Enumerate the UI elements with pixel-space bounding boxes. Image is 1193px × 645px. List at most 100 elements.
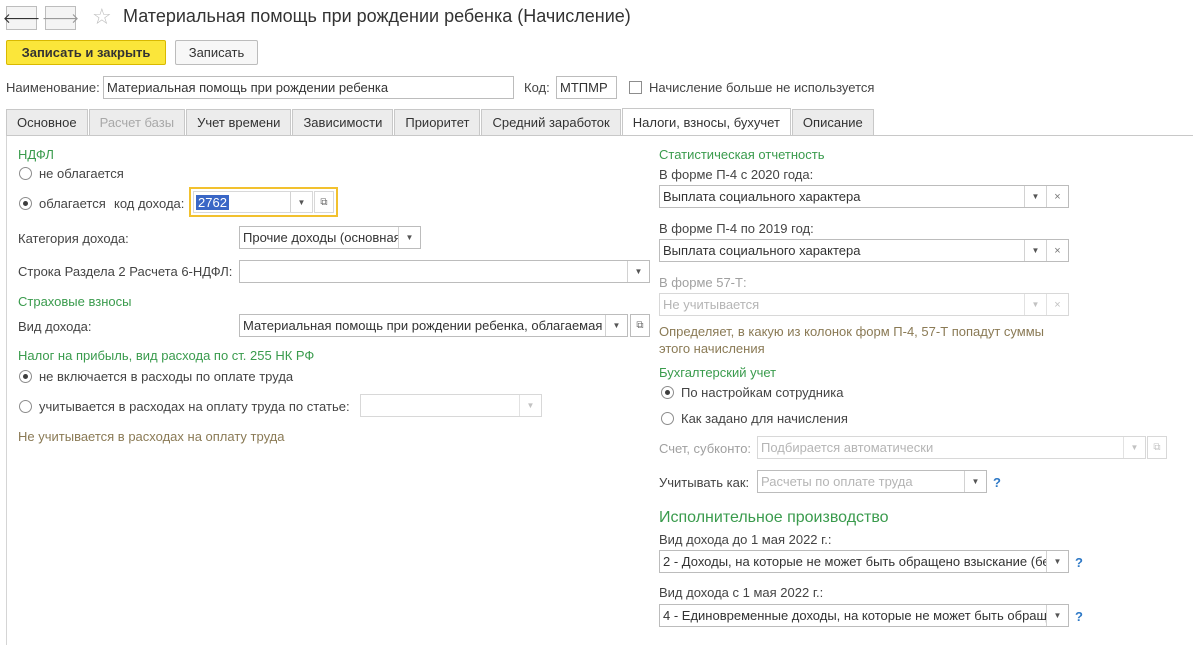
income-category-label: Категория дохода: (18, 231, 129, 246)
tab-description[interactable]: Описание (791, 109, 874, 135)
tab-average-earnings[interactable]: Средний заработок (481, 109, 621, 135)
tab-base-calc: Расчет базы (88, 109, 186, 135)
statistics-section-title: Статистическая отчетность (659, 147, 825, 162)
enforcement-before-label: Вид дохода до 1 мая 2022 г.: (659, 532, 832, 547)
enforcement-after-select[interactable]: 4 - Единовременные доходы, на которые не… (659, 604, 1069, 627)
chevron-down-icon[interactable]: ▼ (1024, 240, 1046, 261)
favorite-star-icon[interactable]: ☆ (92, 4, 112, 30)
tab-time-tracking[interactable]: Учет времени (186, 109, 292, 135)
insurance-section-title: Страховые взносы (18, 294, 132, 309)
chevron-down-icon: ▼ (1123, 437, 1145, 458)
name-input[interactable]: Материальная помощь при рождении ребенка (103, 76, 514, 99)
ndfl-taxed-radio[interactable] (19, 197, 32, 210)
insurance-income-type-select[interactable]: Материальная помощь при рождении ребенка… (239, 314, 628, 337)
f57t-value: Не учитывается (663, 297, 760, 312)
income-code-value: 2762 (196, 194, 229, 210)
chevron-down-icon[interactable]: ▼ (290, 192, 312, 212)
enforcement-section-title: Исполнительное производство (659, 509, 889, 526)
accounting-as-set-label: Как задано для начисления (681, 411, 848, 426)
unused-checkbox[interactable] (629, 81, 642, 94)
code-input-value: МТПМР (560, 80, 608, 95)
row-6ndfl-select[interactable]: ▼ (239, 260, 650, 283)
statistics-note-line2: этого начисления (659, 341, 765, 356)
accounting-by-employee-label: По настройкам сотрудника (681, 385, 844, 400)
save-and-close-button[interactable]: Записать и закрыть (6, 40, 166, 65)
income-code-input[interactable]: 2762 ▼ (193, 191, 313, 213)
enforcement-after-help-icon[interactable]: ? (1075, 609, 1083, 624)
income-category-value: Прочие доходы (основная (243, 230, 398, 245)
profit-tax-not-included-label: не включается в расходы по оплате труда (39, 369, 294, 384)
enforcement-before-value: 2 - Доходы, на которые не может быть обр… (663, 554, 1046, 569)
f57t-label: В форме 57-Т: (659, 275, 747, 290)
account-open-icon: ⧉ (1147, 436, 1167, 459)
tab-bar: Основное Расчет базы Учет времени Зависи… (6, 108, 875, 136)
forward-button[interactable]: 🡒 (42, 6, 79, 30)
insurance-income-type-value: Материальная помощь при рождении ребенка… (243, 318, 603, 333)
p4-2019-value: Выплата социального характера (663, 243, 861, 258)
ndfl-taxed-label: облагается (39, 196, 106, 211)
clear-icon[interactable]: × (1046, 240, 1068, 261)
save-button[interactable]: Записать (175, 40, 258, 65)
page-title: Материальная помощь при рождении ребенка… (123, 6, 631, 26)
panel-left-border (6, 136, 7, 645)
accounting-as-set-radio[interactable] (661, 412, 674, 425)
income-code-label: код дохода: (114, 196, 185, 211)
tab-main[interactable]: Основное (6, 109, 88, 135)
chevron-down-icon[interactable]: ▼ (1046, 605, 1068, 626)
row-6ndfl-label: Строка Раздела 2 Расчета 6-НДФЛ: (18, 264, 233, 279)
account-label: Счет, субконто: (659, 441, 752, 456)
insurance-income-type-label: Вид дохода: (18, 319, 92, 334)
clear-icon[interactable]: × (1046, 186, 1068, 207)
profit-tax-article-select: ▼ (360, 394, 542, 417)
back-button[interactable]: 🡐 (3, 6, 40, 30)
income-category-select[interactable]: Прочие доходы (основная ▼ (239, 226, 421, 249)
chevron-down-icon[interactable]: ▼ (1046, 551, 1068, 572)
profit-tax-note: Не учитывается в расходах на оплату труд… (18, 429, 285, 444)
code-input[interactable]: МТПМР (556, 76, 617, 99)
profit-tax-not-included-radio[interactable] (19, 370, 32, 383)
p4-2020-value: Выплата социального характера (663, 189, 861, 204)
account-as-select[interactable]: Расчеты по оплате труда ▼ (757, 470, 987, 493)
unused-label: Начисление больше не используется (649, 80, 875, 95)
p4-2019-select[interactable]: Выплата социального характера ▼ × (659, 239, 1069, 262)
chevron-down-icon[interactable]: ▼ (627, 261, 649, 282)
insurance-income-type-open-icon[interactable]: ⧉ (630, 314, 650, 337)
p4-2019-label: В форме П-4 по 2019 год: (659, 221, 814, 236)
ndfl-not-taxed-radio[interactable] (19, 167, 32, 180)
account-as-help-icon[interactable]: ? (993, 475, 1001, 490)
tab-taxes[interactable]: Налоги, взносы, бухучет (621, 108, 791, 136)
account-value: Подбирается автоматически (761, 440, 934, 455)
chevron-down-icon: ▼ (519, 395, 541, 416)
ndfl-not-taxed-label: не облагается (39, 166, 124, 181)
arrow-left-icon: 🡐 (2, 9, 41, 26)
name-label: Наименование: (6, 80, 100, 95)
accounting-section-title: Бухгалтерский учет (659, 365, 777, 380)
name-input-value: Материальная помощь при рождении ребенка (107, 80, 389, 95)
chevron-down-icon: ▼ (1024, 294, 1046, 315)
enforcement-after-label: Вид дохода с 1 мая 2022 г.: (659, 585, 824, 600)
arrow-right-icon: 🡒 (41, 9, 80, 26)
profit-tax-section-title: Налог на прибыль, вид расхода по ст. 255… (18, 348, 315, 363)
account-select: Подбирается автоматически ▼ (757, 436, 1146, 459)
p4-2020-label: В форме П-4 с 2020 года: (659, 167, 814, 182)
ndfl-section-title: НДФЛ (18, 147, 54, 162)
account-as-label: Учитывать как: (659, 475, 750, 490)
p4-2020-select[interactable]: Выплата социального характера ▼ × (659, 185, 1069, 208)
tab-dependencies[interactable]: Зависимости (292, 109, 394, 135)
enforcement-after-value: 4 - Единовременные доходы, на которые не… (663, 608, 1046, 623)
chevron-down-icon[interactable]: ▼ (605, 315, 627, 336)
code-label: Код: (524, 80, 550, 95)
profit-tax-included-radio[interactable] (19, 400, 32, 413)
chevron-down-icon[interactable]: ▼ (1024, 186, 1046, 207)
statistics-note-line1: Определяет, в какую из колонок форм П-4,… (659, 324, 1045, 339)
enforcement-before-help-icon[interactable]: ? (1075, 555, 1083, 570)
account-as-value: Расчеты по оплате труда (761, 474, 913, 489)
chevron-down-icon[interactable]: ▼ (398, 227, 420, 248)
tab-priority[interactable]: Приоритет (394, 109, 481, 135)
profit-tax-included-label: учитывается в расходах на оплату труда п… (39, 399, 350, 414)
chevron-down-icon[interactable]: ▼ (964, 471, 986, 492)
tab-divider (6, 135, 1193, 136)
income-code-open-icon[interactable]: ⧉ (314, 191, 334, 213)
accounting-by-employee-radio[interactable] (661, 386, 674, 399)
enforcement-before-select[interactable]: 2 - Доходы, на которые не может быть обр… (659, 550, 1069, 573)
